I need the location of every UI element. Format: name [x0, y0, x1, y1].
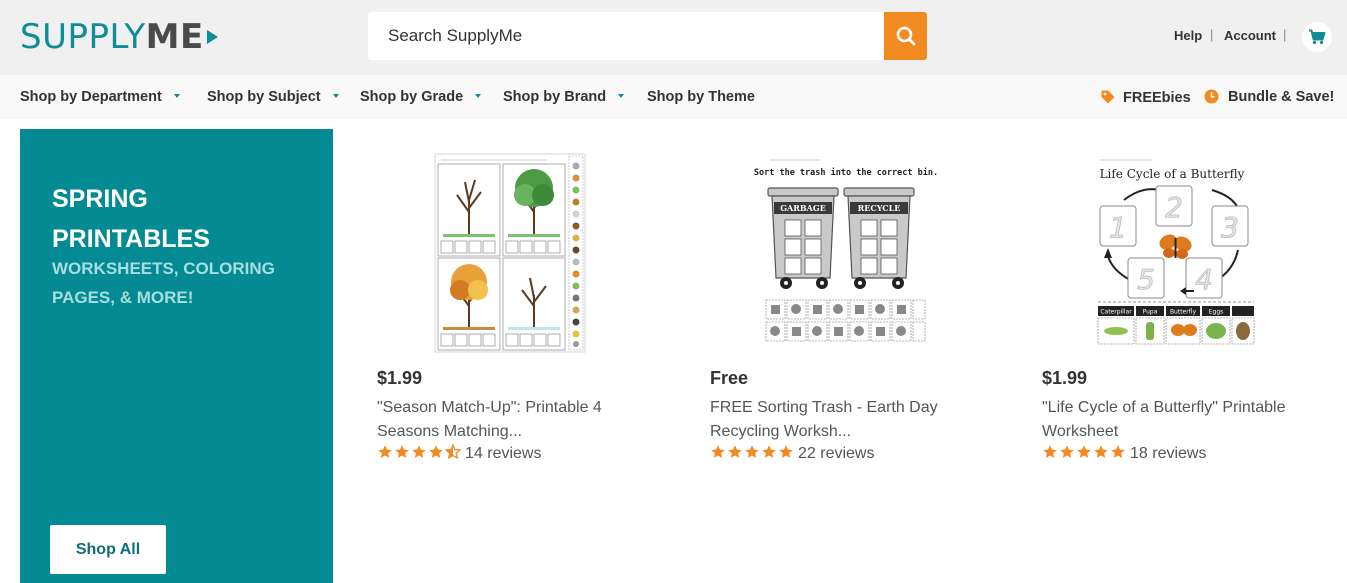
star-icon: [395, 445, 409, 458]
review-count: 18 reviews: [1130, 445, 1207, 462]
cart-button[interactable]: [1302, 22, 1332, 52]
half-star-icon: [445, 444, 461, 460]
star-rating: [710, 444, 794, 460]
product-title[interactable]: "Life Cycle of a Butterfly" Printable Wo…: [1042, 396, 1307, 444]
stage-label: Pupa: [1143, 309, 1158, 316]
star-icon: [762, 445, 776, 458]
worksheet-heading: Sort the trash into the correct bin.: [754, 167, 938, 178]
star-icon: [1077, 445, 1091, 458]
nav-shop-by-grade[interactable]: Shop by Grade: [360, 89, 482, 105]
stage-label: Caterpillar: [1100, 309, 1132, 316]
search-icon: [896, 26, 915, 46]
supplyme-logo[interactable]: SUPPLYME: [20, 17, 218, 57]
star-icon: [728, 445, 742, 458]
recycle-bin-label: RECYCLE: [858, 203, 901, 213]
star-icon: [1060, 445, 1074, 458]
season-match-up-image[interactable]: [377, 150, 647, 354]
svg-text:5: 5: [1137, 263, 1155, 296]
product-price: $1.99: [1042, 368, 1088, 388]
search-button[interactable]: [884, 12, 927, 60]
clock-icon: [1204, 89, 1219, 104]
star-icon: [779, 445, 793, 458]
cart-icon: [1309, 29, 1326, 45]
promo-subtitle: WORKSHEETS, COLORING PAGES, & MORE!: [52, 259, 275, 307]
stage-label: Eggs: [1209, 309, 1224, 316]
freebies-link[interactable]: FREEbies: [1100, 89, 1191, 106]
main-nav: Shop by Department Shop by Subject Shop …: [0, 75, 1347, 119]
star-icon: [1111, 445, 1125, 458]
butterfly-life-cycle-image[interactable]: Life Cycle of a Butterfly 1 2 34 5 Caterpil…: [1042, 150, 1312, 354]
star-rating: [1042, 444, 1126, 460]
svg-text:2: 2: [1165, 191, 1183, 224]
nav-label: Shop by Brand: [503, 89, 607, 105]
bundle-label: Bundle & Save!: [1228, 89, 1335, 105]
stage-label: Butterfly: [1170, 309, 1197, 316]
nav-shop-by-brand[interactable]: Shop by Brand: [503, 89, 625, 105]
caret-down-icon: [332, 94, 339, 98]
star-icon: [378, 445, 392, 458]
spring-printables-promo: SPRING PRINTABLES WORKSHEETS, COLORING P…: [20, 129, 333, 583]
account-link[interactable]: Account: [1224, 28, 1276, 43]
nav-label: Shop by Subject: [207, 89, 321, 105]
nav-label: Shop by Department: [20, 89, 162, 105]
logo-me-text: ME: [145, 17, 204, 57]
sorting-trash-image[interactable]: Sort the trash into the correct bin. GAR…: [710, 150, 980, 354]
nav-shop-by-department[interactable]: Shop by Department: [20, 89, 180, 105]
search-bar: [368, 12, 927, 60]
star-rating: [377, 444, 461, 460]
product-title[interactable]: FREE Sorting Trash - Earth Day Recycling…: [710, 396, 975, 444]
nav-label: Shop by Theme: [647, 89, 755, 105]
product-rating[interactable]: 22 reviews: [710, 444, 874, 463]
product-price: Free: [710, 368, 749, 388]
svg-text:3: 3: [1221, 211, 1239, 244]
nav-shop-by-subject[interactable]: Shop by Subject: [207, 89, 339, 105]
help-link[interactable]: Help: [1174, 28, 1202, 43]
star-icon: [1094, 445, 1108, 458]
separator: |: [1210, 27, 1214, 42]
promo-title: SPRING PRINTABLES: [52, 185, 210, 253]
svg-text:4: 4: [1195, 263, 1213, 296]
shop-all-button[interactable]: Shop All: [50, 525, 166, 574]
product-rating[interactable]: 18 reviews: [1042, 444, 1206, 463]
logo-arrow-icon: [206, 30, 218, 44]
product-title[interactable]: "Season Match-Up": Printable 4 Seasons M…: [377, 396, 642, 444]
freebies-label: FREEbies: [1123, 90, 1191, 106]
svg-text:1: 1: [1109, 211, 1127, 244]
worksheet-heading: Life Cycle of a Butterfly: [1100, 167, 1245, 181]
star-icon: [711, 445, 725, 458]
caret-down-icon: [475, 94, 482, 98]
review-count: 14 reviews: [465, 445, 542, 462]
review-count: 22 reviews: [798, 445, 875, 462]
star-icon: [745, 445, 759, 458]
product-rating[interactable]: 14 reviews: [377, 444, 541, 463]
caret-down-icon: [173, 94, 180, 98]
caret-down-icon: [618, 94, 625, 98]
separator: |: [1283, 27, 1287, 42]
product-price: $1.99: [377, 368, 423, 388]
star-icon: [429, 445, 443, 458]
nav-shop-by-theme[interactable]: Shop by Theme: [647, 89, 755, 105]
nav-label: Shop by Grade: [360, 89, 464, 105]
search-input[interactable]: [368, 12, 884, 60]
star-icon: [1043, 445, 1057, 458]
garbage-bin-label: GARBAGE: [780, 203, 826, 213]
star-icon: [412, 445, 426, 458]
tag-icon: [1101, 90, 1115, 104]
bundle-save-link[interactable]: Bundle & Save!: [1204, 89, 1334, 105]
top-header: SUPPLYME Help | Account |: [0, 0, 1347, 75]
logo-supply-text: SUPPLY: [20, 17, 146, 57]
